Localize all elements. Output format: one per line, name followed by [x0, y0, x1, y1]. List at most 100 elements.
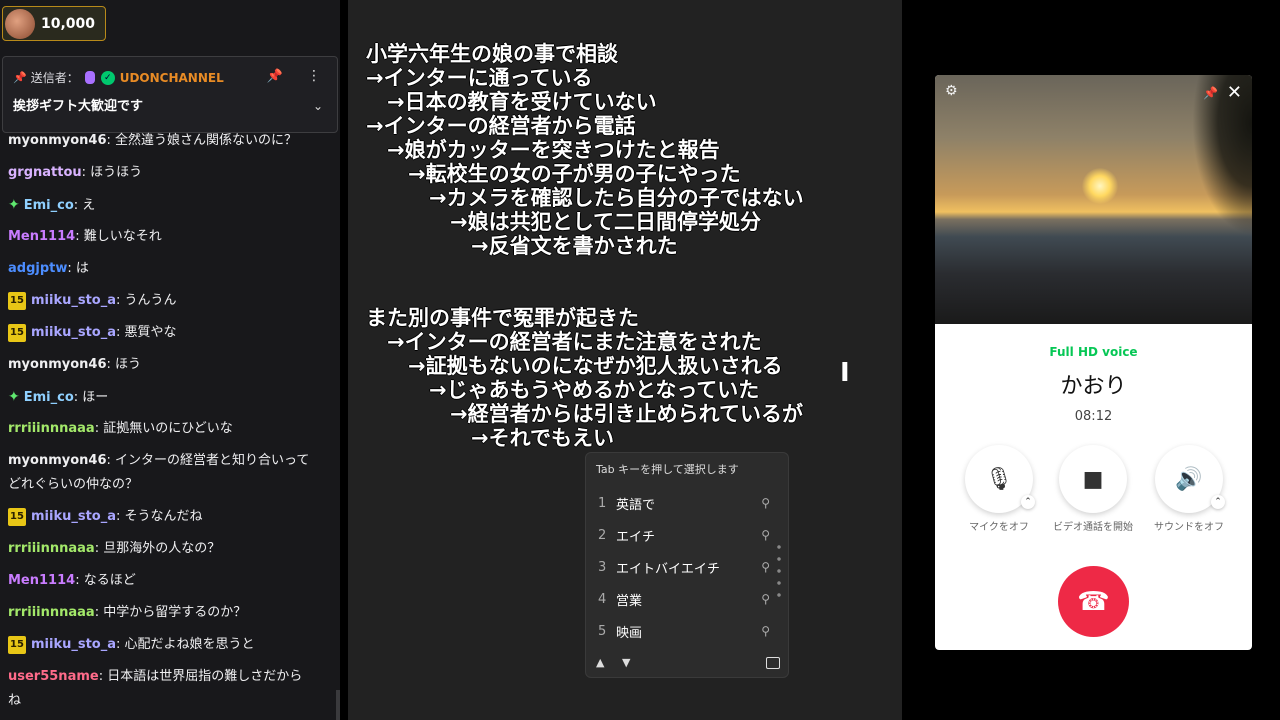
subscriber-badge-icon: 15 [8, 323, 26, 342]
chat-message: 15 miiku_sto_a: 悪質やな [8, 321, 333, 345]
note-line: 小学六年生の娘の事で相談 [366, 42, 618, 66]
gear-icon[interactable]: ⚙ [945, 83, 958, 99]
pinned-message-text: 挨拶ギフト大歓迎です [13, 99, 144, 114]
sparkle-badge-icon: ✦ [8, 389, 20, 405]
chat-username[interactable]: Emi_co [24, 390, 74, 405]
chevron-down-icon[interactable]: ⌄ [313, 99, 323, 113]
chat-username[interactable]: myonmyon46 [8, 357, 107, 372]
note-line: →娘は共犯として二日間停学処分 [366, 210, 761, 234]
chat-username[interactable]: Men1114 [8, 573, 75, 588]
note-line: →じゃあもうやめるかとなっていた [366, 378, 760, 402]
candidate-number: 4 [598, 591, 607, 607]
close-icon[interactable]: ✕ [1227, 82, 1242, 103]
chat-message: myonmyon46: インターの経営者と知り合いって [8, 449, 333, 473]
ime-next-icon[interactable]: ▼ [622, 656, 630, 669]
chat-panel: 10,000 📌 送信者： ✓ UDONCHANNEL 挨拶ギフト大歓迎です 📌… [0, 0, 340, 720]
chat-text: : ほー [73, 390, 109, 405]
call-window: ⚙ 📌 ✕ Full HD voice かおり 08:12 🎙 ⌃ ■ 🔊 ⌃ … [935, 75, 1252, 650]
pin-window-icon[interactable]: 📌 [1203, 86, 1218, 100]
search-icon[interactable]: ⚲ [761, 560, 770, 574]
chat-scrollbar[interactable] [336, 690, 340, 720]
chat-text: ね [8, 693, 22, 708]
more-options-icon[interactable]: ⋮ [307, 68, 321, 84]
chat-text: どれぐらいの仲なの？ [8, 477, 139, 492]
text-cursor-icon: I [840, 358, 850, 388]
chat-message: どれぐらいの仲なの？ [8, 473, 333, 497]
chat-text: : え [73, 198, 96, 213]
chat-username[interactable]: miiku_sto_a [31, 509, 116, 524]
note-line: →経営者からは引き止められているが [366, 402, 803, 426]
channel-points-button[interactable]: 10,000 [2, 6, 106, 41]
subscriber-badge-icon: 15 [8, 507, 26, 526]
candidate-number: 3 [598, 559, 607, 575]
hang-up-button[interactable]: ☎ [1058, 566, 1129, 637]
pinned-username[interactable]: UDONCHANNEL [120, 71, 224, 85]
chat-text: : 証拠無いのにひどいな [94, 421, 233, 436]
chat-message: Men1114: 難しいなそれ [8, 225, 333, 249]
chat-message: rrriiinnnaaa: 証拠無いのにひどいな [8, 417, 333, 441]
ime-candidate[interactable]: 4 営業 ⚲ [598, 587, 770, 611]
note-line: →日本の教育を受けていない [366, 90, 657, 114]
note-line: →それでもえい [366, 426, 614, 450]
call-quality-label: Full HD voice [1049, 345, 1138, 359]
ime-candidate[interactable]: 1 英語で ⚲ [598, 491, 770, 515]
candidate-word: エイトバイエイチ [616, 561, 720, 577]
subscriber-badge-icon: 15 [8, 291, 26, 310]
chat-message: ✦ Emi_co: え [8, 193, 333, 218]
chat-username[interactable]: Men1114 [8, 229, 75, 244]
contact-name: かおり [1060, 374, 1127, 399]
sparkle-badge-icon: ✦ [8, 197, 20, 213]
search-icon[interactable]: ⚲ [761, 624, 770, 638]
ime-scroll-dots [777, 541, 781, 599]
chat-text: : は [67, 261, 89, 276]
mute-mic-label: マイクをオフ [969, 522, 1029, 533]
chat-username[interactable]: myonmyon46 [8, 453, 107, 468]
ime-candidate[interactable]: 2 エイチ ⚲ [598, 523, 770, 547]
note-line: →インターの経営者から電話 [366, 114, 636, 138]
chat-message: myonmyon46: 全然違う娘さん関係ないのに？ [8, 129, 333, 153]
chat-text: : うんうん [116, 293, 177, 308]
chat-username[interactable]: myonmyon46 [8, 133, 107, 148]
chat-message: Men1114: なるほど [8, 569, 333, 593]
ime-candidate[interactable]: 3 エイトバイエイチ ⚲ [598, 555, 770, 579]
channel-points-value: 10,000 [41, 15, 96, 32]
chat-username[interactable]: adgjptw [8, 261, 67, 276]
chat-text: : 全然違う娘さん関係ないのに？ [106, 133, 298, 148]
mute-sound-button[interactable]: 🔊 ⌃ [1155, 445, 1225, 513]
chat-text: : ほうほう [81, 165, 143, 180]
chat-username[interactable]: miiku_sto_a [31, 637, 116, 652]
mute-mic-button[interactable]: 🎙 ⌃ [965, 445, 1035, 513]
chat-text: : 悪質やな [116, 325, 177, 340]
ime-expand-icon[interactable] [766, 657, 780, 669]
chat-username[interactable]: user55name [8, 669, 99, 684]
mic-badge-icon [84, 71, 95, 84]
search-icon[interactable]: ⚲ [761, 528, 770, 542]
search-icon[interactable]: ⚲ [761, 496, 770, 510]
chat-username[interactable]: miiku_sto_a [31, 293, 116, 308]
chat-text: : 旦那海外の人なの？ [94, 541, 221, 556]
chat-username[interactable]: miiku_sto_a [31, 325, 116, 340]
unpin-icon[interactable]: 📌 [267, 69, 283, 84]
mic-options-chevron-icon[interactable]: ⌃ [1021, 495, 1035, 509]
chat-text: : ほう [106, 357, 142, 372]
start-video-button[interactable]: ■ [1059, 445, 1127, 513]
sound-options-chevron-icon[interactable]: ⌃ [1211, 495, 1225, 509]
chat-text: : 中学から留学するのか？ [94, 605, 247, 620]
chat-username[interactable]: grgnattou [8, 165, 82, 180]
ime-candidate[interactable]: 5 映画 ⚲ [598, 619, 770, 643]
chat-username[interactable]: Emi_co [24, 198, 74, 213]
chat-message: rrriiinnnaaa: 中学から留学するのか？ [8, 601, 333, 625]
pinned-sender-label: 送信者： [30, 71, 79, 85]
search-icon[interactable]: ⚲ [761, 592, 770, 606]
note-line: →反省文を書かされた [366, 234, 678, 258]
chat-message: ね [8, 689, 333, 713]
chat-text: : 難しいなそれ [75, 229, 162, 244]
contact-background-photo: ⚙ 📌 ✕ [935, 75, 1252, 324]
chat-username[interactable]: rrriiinnnaaa [8, 605, 95, 620]
note-line: →インターの経営者にまた注意をされた [366, 330, 762, 354]
chat-username[interactable]: rrriiinnnaaa [8, 541, 95, 556]
chat-message: ✦ Emi_co: ほー [8, 385, 333, 410]
note-line: →娘がカッターを突きつけたと報告 [366, 138, 720, 162]
ime-prev-icon[interactable]: ▲ [596, 656, 604, 669]
chat-username[interactable]: rrriiinnnaaa [8, 421, 95, 436]
